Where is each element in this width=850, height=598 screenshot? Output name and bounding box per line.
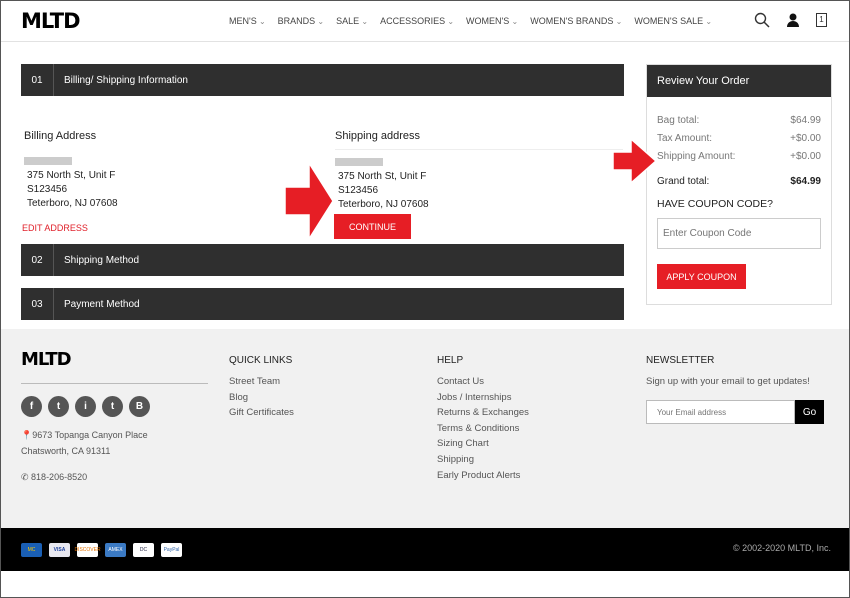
nav-sale[interactable]: SALE: [336, 16, 368, 26]
footer-link[interactable]: Gift Certificates: [229, 405, 294, 421]
footer-link[interactable]: Blog: [229, 390, 294, 406]
header: MLTD MEN'S BRANDS SALE ACCESSORIES WOMEN…: [1, 1, 849, 42]
review-order-panel: Review Your Order Bag total: $64.99 Tax A…: [646, 64, 832, 305]
step-label: Billing/ Shipping Information: [64, 74, 188, 86]
step-label: Shipping Method: [64, 254, 140, 266]
shipping-address: Shipping address 375 North St, Unit F S1…: [335, 129, 623, 212]
copyright: © 2002-2020 MLTD, Inc.: [732, 543, 831, 553]
redacted-name: [335, 158, 383, 166]
address-line: Chatsworth, CA 91311: [21, 446, 111, 456]
address: 📍9673 Topanga Canyon Place: [21, 428, 148, 444]
diners-club-icon: DC: [133, 543, 154, 557]
footer-link[interactable]: Jobs / Internships: [437, 390, 529, 406]
help-links: Contact Us Jobs / Internships Returns & …: [437, 374, 529, 483]
main-nav: MEN'S BRANDS SALE ACCESSORIES WOMEN'S WO…: [229, 16, 712, 26]
redacted-name: [24, 157, 72, 165]
continue-button[interactable]: CONTINUE: [334, 214, 411, 239]
nav-brands[interactable]: BRANDS: [278, 16, 324, 26]
address-line: Teterboro, NJ 07608: [338, 199, 429, 210]
nav-accessories[interactable]: ACCESSORIES: [380, 16, 454, 26]
blog-icon[interactable]: B: [129, 396, 150, 417]
step-number: 02: [21, 244, 54, 276]
red-arrow-annotation: [284, 160, 334, 242]
summary-row: Bag total: $64.99: [647, 111, 831, 129]
phone: ✆ 818-206-8520: [21, 470, 87, 486]
paypal-icon: PayPal: [161, 543, 182, 557]
newsletter-text: Sign up with your email to get updates!: [646, 376, 810, 387]
step-billing-shipping[interactable]: 01 Billing/ Shipping Information: [21, 64, 624, 96]
discover-icon: DISCOVER: [74, 543, 101, 557]
footer-logo: MLTD: [21, 349, 72, 370]
grand-total-value: $64.99: [790, 175, 821, 187]
row-value: $64.99: [790, 114, 821, 126]
billing-title: Billing Address: [24, 130, 97, 142]
footer-link[interactable]: Early Product Alerts: [437, 468, 529, 484]
mastercard-icon: MC: [21, 543, 42, 557]
newsletter-title: NEWSLETTER: [646, 355, 715, 366]
footer-link[interactable]: Terms & Conditions: [437, 421, 529, 437]
footer-bottom: MC VISA DISCOVER AMEX DC PayPal © 2002-2…: [1, 528, 849, 571]
grand-total-row: Grand total: $64.99: [647, 172, 831, 190]
nav-womens-sale[interactable]: WOMEN'S SALE: [634, 16, 712, 26]
cart-icon[interactable]: 1: [816, 13, 827, 27]
map-pin-icon: 📍: [21, 430, 33, 440]
divider: [21, 383, 208, 384]
review-title: Review Your Order: [647, 65, 831, 97]
logo[interactable]: MLTD: [21, 9, 81, 33]
phone-number: 818-206-8520: [31, 472, 88, 482]
footer-link[interactable]: Returns & Exchanges: [437, 405, 529, 421]
summary-row: Shipping Amount: +$0.00: [647, 147, 831, 165]
footer-link[interactable]: Shipping: [437, 452, 529, 468]
billing-address: Billing Address 375 North St, Unit F S12…: [22, 129, 314, 235]
footer-link[interactable]: Street Team: [229, 374, 294, 390]
address-line: S123456: [27, 184, 68, 195]
step-number: 01: [21, 64, 54, 96]
help-title: HELP: [437, 355, 464, 366]
row-label: Shipping Amount:: [657, 150, 736, 162]
newsletter-go-button[interactable]: Go: [795, 400, 824, 424]
address-line: 9673 Topanga Canyon Place: [32, 430, 148, 440]
step-number: 03: [21, 288, 54, 320]
edit-address-link[interactable]: EDIT ADDRESS: [22, 221, 314, 235]
red-arrow-annotation: [612, 137, 658, 185]
instagram-icon[interactable]: i: [75, 396, 96, 417]
footer-link[interactable]: Sizing Chart: [437, 436, 529, 452]
email-input[interactable]: [646, 400, 795, 424]
step-payment-method[interactable]: 03 Payment Method: [21, 288, 624, 320]
nav-womens-brands[interactable]: WOMEN'S BRANDS: [530, 16, 622, 26]
nav-mens[interactable]: MEN'S: [229, 16, 266, 26]
account-icon[interactable]: [786, 12, 800, 28]
row-value: +$0.00: [790, 132, 821, 144]
footer-link[interactable]: Contact Us: [437, 374, 529, 390]
address-line: S123456: [338, 185, 379, 196]
facebook-icon[interactable]: f: [21, 396, 42, 417]
quick-links-title: QUICK LINKS: [229, 355, 293, 366]
cart-count: 1: [819, 15, 824, 24]
apply-coupon-button[interactable]: APPLY COUPON: [657, 264, 746, 289]
coupon-input[interactable]: [657, 218, 821, 249]
quick-links: Street Team Blog Gift Certificates: [229, 374, 294, 421]
address-line: 375 North St, Unit F: [338, 171, 427, 182]
row-label: Bag total:: [657, 114, 700, 126]
footer: MLTD f t i t B 📍9673 Topanga Canyon Plac…: [1, 329, 849, 528]
twitter-icon[interactable]: t: [48, 396, 69, 417]
grand-total-label: Grand total:: [657, 175, 710, 187]
tumblr-icon[interactable]: t: [102, 396, 123, 417]
shipping-title: Shipping address: [335, 129, 623, 150]
summary-row: Tax Amount: +$0.00: [647, 129, 831, 147]
nav-womens[interactable]: WOMEN'S: [466, 16, 518, 26]
address-line: 375 North St, Unit F: [27, 170, 116, 181]
amex-icon: AMEX: [105, 543, 126, 557]
step-shipping-method[interactable]: 02 Shipping Method: [21, 244, 624, 276]
coupon-title: HAVE COUPON CODE?: [657, 198, 773, 210]
row-value: +$0.00: [790, 150, 821, 162]
step-label: Payment Method: [64, 298, 140, 310]
visa-icon: VISA: [49, 543, 70, 557]
address-line: Teterboro, NJ 07608: [27, 198, 118, 209]
search-icon[interactable]: [754, 12, 770, 28]
row-label: Tax Amount:: [657, 132, 713, 144]
phone-icon: ✆: [21, 472, 32, 482]
